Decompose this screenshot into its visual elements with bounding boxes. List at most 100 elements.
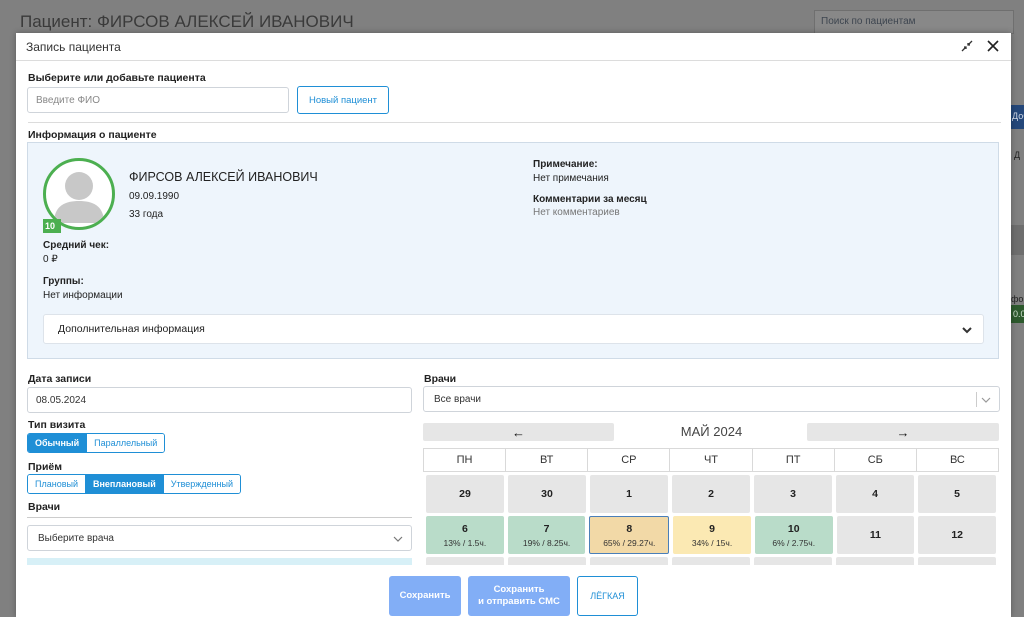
date-label: Дата записи: [28, 373, 92, 385]
patient-search-input[interactable]: Поиск по пациентам: [814, 10, 1014, 34]
modal-title: Запись пациента: [26, 39, 121, 54]
calendar-day-number: 8: [626, 522, 633, 535]
weekday-sun: ВС: [915, 449, 998, 471]
calendar-day-cell[interactable]: 10 6% / 2.75ч.: [754, 516, 833, 554]
all-doctors-select[interactable]: Все врачи: [423, 386, 1000, 412]
weekday-fri: ПТ: [751, 449, 834, 471]
reception-toggle: Плановый Внеплановый Утвержденный: [27, 474, 242, 494]
calendar-day-load: 19% / 8.25ч.: [522, 537, 571, 548]
calendar-day-cell[interactable]: 11: [836, 516, 915, 554]
new-patient-button[interactable]: Новый пациент: [297, 86, 389, 114]
patient-info-panel: 10 ФИРСОВ АЛЕКСЕЙ ИВАНОВИЧ 09.09.1990 33…: [27, 142, 999, 359]
all-doctors-value: Все врачи: [434, 393, 482, 405]
reception-approved[interactable]: Утвержденный: [162, 475, 241, 493]
calendar-day-number: 1: [626, 488, 632, 500]
background-edge-text: Д: [1014, 150, 1021, 160]
reception-unplanned[interactable]: Внеплановый: [84, 475, 163, 493]
calendar-day-number: 2: [708, 488, 714, 500]
calendar-day-cell[interactable]: 6 13% / 1.5ч.: [426, 516, 504, 554]
calendar-week-row: 6 13% / 1.5ч. 7 19% / 8.25ч. 8 65% / 29.27ч. 9…: [423, 513, 999, 554]
close-icon[interactable]: [985, 38, 1001, 54]
calendar-day-number: 4: [872, 488, 878, 500]
calendar-day-number: 10: [787, 522, 800, 535]
groups-value: Нет информации: [43, 290, 123, 301]
divider: [27, 517, 412, 518]
weekday-thu: ЧТ: [669, 449, 751, 471]
calendar-day-number: 3: [790, 488, 796, 500]
calendar-day-load: 34% / 15ч.: [691, 537, 733, 548]
weekday-tue: ВТ: [505, 449, 587, 471]
weekday-mon: ПН: [456, 454, 473, 466]
modal-header: Запись пациента: [16, 33, 1011, 61]
groups-label: Группы:: [43, 276, 84, 287]
doctors-left-label: Врачи: [28, 501, 61, 513]
background-edge-text: фор: [1011, 294, 1024, 304]
doctors-right-label: Врачи: [424, 373, 457, 385]
calendar-day-cell[interactable]: 29: [426, 475, 504, 513]
appointment-modal: Запись пациента Выберите или добавьте па…: [16, 33, 1011, 617]
calendar-week-row: 29 30 1 2 3 4 5: [423, 472, 999, 513]
calendar-day-cell[interactable]: 30: [508, 475, 586, 513]
calendar-day-cell[interactable]: 7 19% / 8.25ч.: [507, 516, 586, 554]
weekday-wed: СР: [587, 449, 669, 471]
calendar-day-number: 9: [709, 522, 715, 535]
background-edge-text: Доб: [1012, 111, 1024, 121]
calendar-day-number: 11: [869, 529, 881, 541]
visits-badge: 10: [43, 219, 61, 233]
calendar-day-cell[interactable]: 9 34% / 15ч.: [673, 516, 751, 554]
light-mode-button[interactable]: ЛЁГКАЯ: [577, 576, 638, 616]
calendar-day-cell[interactable]: 3: [754, 475, 832, 513]
collapse-icon[interactable]: [959, 38, 975, 54]
calendar-day-cell[interactable]: 1: [590, 475, 668, 513]
date-input[interactable]: 08.05.2024: [27, 387, 412, 413]
modal-footer: Сохранить Сохранить и отправить СМС ЛЁГК…: [16, 565, 1011, 617]
divider: [28, 122, 1001, 123]
visit-type-label: Тип визита: [28, 419, 86, 431]
calendar-day-selected[interactable]: 8 65% / 29.27ч.: [589, 516, 670, 554]
calendar-day-number: 7: [543, 522, 550, 535]
calendar-day-load: 65% / 29.27ч.: [603, 537, 656, 548]
save-sms-line2: и отправить СМС: [478, 596, 560, 607]
background-add-button[interactable]: Доб: [1011, 105, 1024, 129]
calendar-day-cell[interactable]: 5: [918, 475, 996, 513]
select-patient-label: Выберите или добавьте пациента: [28, 72, 206, 84]
patient-name: ФИРСОВ АЛЕКСЕЙ ИВАНОВИЧ: [129, 170, 318, 184]
calendar-weekdays: ПН ВТ СР ЧТ ПТ СБ ВС: [423, 448, 999, 472]
note-value: Нет примечания: [533, 173, 609, 184]
chevron-down-icon: [981, 397, 991, 403]
visit-type-regular[interactable]: Обычный: [28, 434, 87, 452]
fio-input[interactable]: Введите ФИО: [27, 87, 289, 113]
calendar-day-cell[interactable]: 4: [836, 475, 914, 513]
save-button[interactable]: Сохранить: [389, 576, 461, 616]
note-label: Примечание:: [533, 159, 598, 170]
comments-label: Комментарии за месяц: [533, 194, 647, 205]
reception-planned[interactable]: Плановый: [28, 475, 85, 493]
doctor-select[interactable]: Выберите врача: [27, 525, 412, 551]
chevron-down-icon: [393, 536, 403, 542]
prev-month-button[interactable]: ←: [423, 423, 614, 441]
select-divider: [976, 392, 977, 407]
page-title: Пациент: ФИРСОВ АЛЕКСЕЙ ИВАНОВИЧ: [20, 12, 354, 31]
comments-value: Нет комментариев: [533, 207, 620, 218]
visit-type-toggle: Обычный Параллельный: [27, 433, 166, 453]
weekday-sat: СБ: [833, 449, 916, 471]
calendar-day-number: 29: [459, 488, 471, 500]
avg-check-label: Средний чек:: [43, 240, 110, 251]
chevron-down-icon: [962, 327, 972, 334]
calendar-day-cell[interactable]: 2: [672, 475, 750, 513]
patient-info-label: Информация о пациенте: [28, 129, 157, 141]
extra-info-label: Дополнительная информация: [58, 323, 205, 335]
save-and-sms-button[interactable]: Сохранить и отправить СМС: [468, 576, 570, 616]
extra-info-accordion[interactable]: Дополнительная информация: [43, 314, 984, 344]
patient-age: 33 года: [129, 209, 164, 220]
calendar-day-load: 6% / 2.75ч.: [772, 537, 816, 548]
visit-type-parallel[interactable]: Параллельный: [86, 434, 165, 452]
calendar-day-number: 6: [461, 522, 468, 535]
reception-label: Приём: [28, 461, 63, 473]
calendar-month: МАЙ 2024: [680, 424, 743, 439]
calendar-day-cell[interactable]: 12: [918, 516, 997, 554]
user-silhouette-icon: [54, 172, 104, 223]
calendar-day-number: 5: [954, 488, 960, 500]
next-month-button[interactable]: →: [807, 423, 999, 441]
background-badge: 0.0: [1011, 305, 1024, 323]
